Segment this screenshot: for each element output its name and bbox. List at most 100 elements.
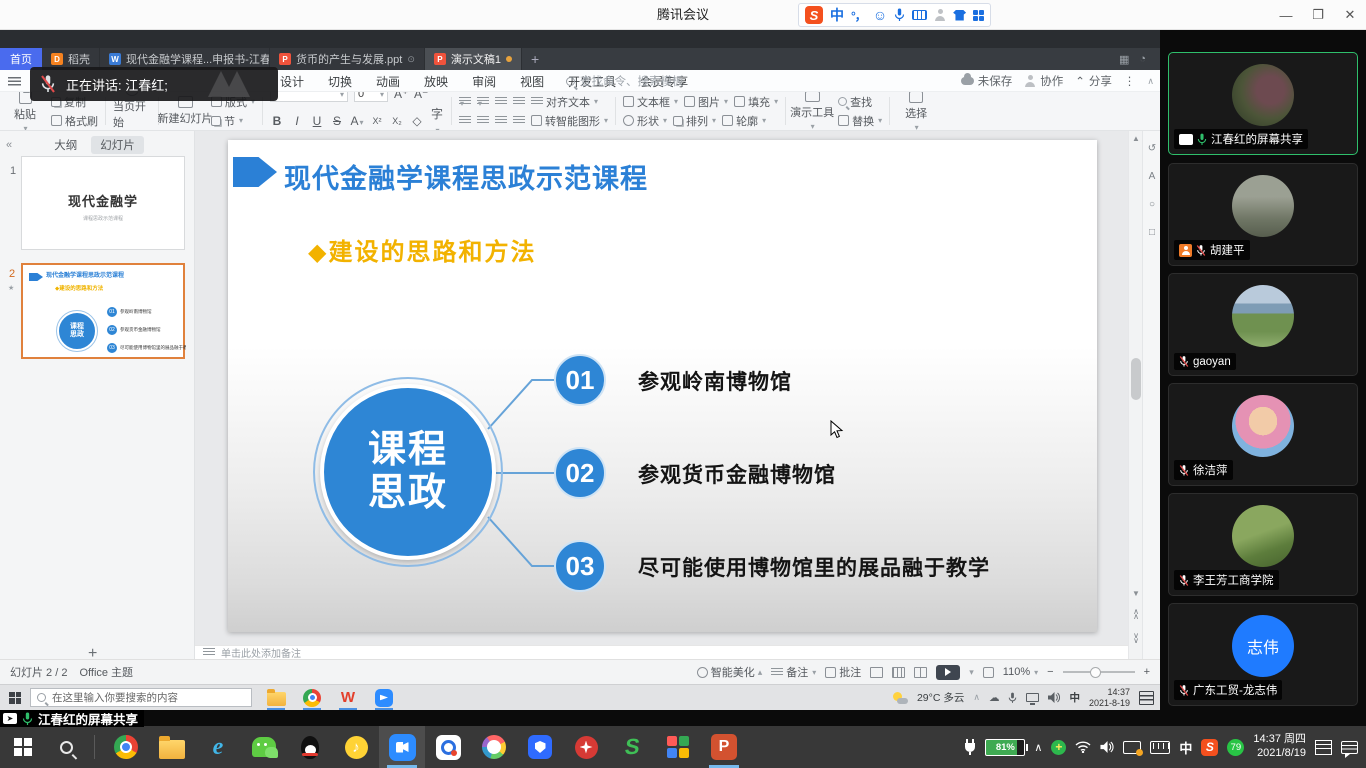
green-plus-tray-icon[interactable]: +: [1051, 740, 1066, 755]
notes-bar[interactable]: 单击此处添加备注: [195, 645, 1128, 659]
qq-icon[interactable]: [287, 726, 333, 768]
restore-button[interactable]: ❐: [1302, 0, 1334, 30]
share-button[interactable]: ⌃分享: [1075, 73, 1112, 89]
collapse-ribbon-icon[interactable]: ∧: [1147, 76, 1154, 87]
fit-slide-icon[interactable]: [983, 667, 994, 678]
chrome-icon[interactable]: [103, 726, 149, 768]
wifi-icon[interactable]: [1075, 741, 1091, 753]
shared-action-center-icon[interactable]: [1139, 691, 1154, 705]
sogou-tray-icon[interactable]: S: [1201, 739, 1218, 756]
format-painter-button[interactable]: 格式刷: [51, 113, 98, 129]
previous-slide-button[interactable]: ∧∧: [1129, 609, 1143, 619]
canvas-scrollbar[interactable]: ▲ ▼ ∧∧ ∨∨: [1128, 131, 1142, 659]
tab-design[interactable]: 设计: [280, 73, 304, 90]
sorter-view-button[interactable]: [892, 667, 905, 678]
clear-format-icon[interactable]: ◇: [410, 114, 424, 128]
ime-keyboard-icon[interactable]: [912, 10, 927, 20]
picture-button[interactable]: 图片: [684, 94, 728, 110]
tabbar-apps-icon[interactable]: ▦: [1119, 53, 1129, 66]
pc-manager-icon[interactable]: [517, 726, 563, 768]
tab-review[interactable]: 审阅: [472, 73, 496, 90]
subscript-button[interactable]: X₂: [390, 116, 404, 126]
tab-pin-icon[interactable]: ⊙: [407, 54, 415, 65]
participant-tile[interactable]: 李王芳工商学院: [1168, 493, 1358, 596]
font-family-select[interactable]: [270, 92, 348, 102]
smart-graphic-button[interactable]: 转智能图形: [531, 113, 608, 129]
slide2-thumbnail-selected[interactable]: 现代金融学课程思政示范课程 ◆建设的思路和方法 课程思政 01参观岭南博物馆 0…: [21, 263, 185, 359]
shared-file-explorer-icon[interactable]: [266, 685, 286, 710]
internet-explorer-icon[interactable]: e: [195, 726, 241, 768]
new-document-tab-button[interactable]: +: [522, 48, 548, 70]
sogou-logo-icon[interactable]: S: [805, 6, 823, 24]
weather-icon[interactable]: [893, 692, 908, 704]
shapes-button[interactable]: 形状: [623, 113, 667, 129]
decrease-font-icon[interactable]: A⁻: [414, 92, 428, 101]
ime-mode-chinese[interactable]: 中: [830, 5, 844, 25]
ime-skin-icon[interactable]: [953, 10, 966, 21]
font-color-button[interactable]: A: [350, 114, 364, 128]
slideshow-play-button[interactable]: [936, 665, 960, 680]
reading-view-button[interactable]: [914, 667, 927, 678]
bullets-button[interactable]: [459, 97, 471, 106]
scrollbar-thumb[interactable]: [1131, 358, 1141, 400]
align-center-icon[interactable]: [477, 116, 489, 125]
participant-tile[interactable]: 胡建平: [1168, 163, 1358, 266]
font-size-select[interactable]: 0: [354, 92, 388, 102]
participant-tile[interactable]: 志伟 广东工贸-龙志伟: [1168, 603, 1358, 706]
zoom-slider-knob[interactable]: [1090, 667, 1101, 678]
tray-mic-icon[interactable]: [1008, 692, 1017, 704]
ime-mic-icon[interactable]: [894, 8, 905, 22]
more-icon[interactable]: ⋮: [1124, 74, 1136, 88]
beautify-button[interactable]: 智能美化▴: [697, 664, 763, 680]
tencent-meeting-icon[interactable]: [379, 726, 425, 768]
red-knot-app-icon[interactable]: [563, 726, 609, 768]
tray-ime-mode[interactable]: 中: [1069, 690, 1080, 705]
italic-button[interactable]: I: [290, 114, 304, 128]
hidden-icons-chevron[interactable]: ∧: [973, 692, 980, 703]
unsaved-status[interactable]: 未保存: [961, 73, 1013, 89]
cast-screen-icon[interactable]: [1123, 741, 1141, 754]
ime-emoji-icon[interactable]: ☺: [873, 8, 887, 22]
participant-tile-sharing[interactable]: ➤ 江春红的屏幕共享: [1168, 52, 1358, 155]
comments-button[interactable]: 批注: [825, 664, 861, 680]
align-left-icon[interactable]: [459, 116, 471, 125]
char-tools-button[interactable]: 字: [430, 105, 444, 131]
qq-music-icon[interactable]: ♪: [333, 726, 379, 768]
underline-button[interactable]: U: [310, 114, 324, 128]
taskbar-search-icon[interactable]: [46, 741, 86, 754]
justify-icon[interactable]: [513, 116, 525, 125]
decrease-indent-icon[interactable]: [495, 97, 507, 106]
collaborate-button[interactable]: 协作: [1024, 73, 1063, 89]
tab-animation[interactable]: 动画: [376, 73, 400, 90]
participant-tile[interactable]: 徐洁萍: [1168, 383, 1358, 486]
slide-canvas[interactable]: 现代金融学课程思政示范课程 ◆建设的思路和方法 课程 思政 01 02 03 参…: [195, 131, 1128, 659]
green-s-app-icon[interactable]: S: [609, 726, 655, 768]
wechat-icon[interactable]: [241, 726, 287, 768]
sidebar-panel-tool-icon[interactable]: □: [1143, 227, 1161, 238]
sidebar-text-tool-icon[interactable]: A: [1143, 171, 1161, 182]
sogou-browser-icon[interactable]: [471, 726, 517, 768]
align-text-button[interactable]: 对齐文本: [531, 94, 598, 110]
hidden-icons-chevron[interactable]: ∧: [1034, 741, 1042, 754]
ribbon-search[interactable]: 查找命令、搜索模板: [566, 70, 684, 92]
battery-indicator[interactable]: 81%: [985, 739, 1025, 756]
outline-button[interactable]: 轮廓: [722, 113, 766, 129]
scroll-up-icon[interactable]: ▲: [1129, 134, 1143, 143]
zoom-out-button[interactable]: −: [1047, 666, 1053, 678]
wemeet-rooms-icon[interactable]: [425, 726, 471, 768]
shared-tencent-meeting-icon[interactable]: [374, 685, 394, 710]
action-center-icon[interactable]: [1341, 741, 1358, 754]
office-suite-icon[interactable]: [655, 726, 701, 768]
section-button[interactable]: 节: [211, 113, 255, 129]
news-tray-icon[interactable]: [1315, 740, 1332, 755]
ime-mode-indicator[interactable]: 中: [1179, 738, 1192, 757]
tray-display-icon[interactable]: [1026, 693, 1039, 702]
scroll-down-icon[interactable]: ▼: [1129, 589, 1143, 598]
file-menu-icon[interactable]: [8, 77, 21, 86]
shared-clock[interactable]: 14:372021-8-19: [1089, 687, 1130, 709]
tray-speaker-icon[interactable]: [1048, 692, 1060, 703]
ime-account-icon[interactable]: [934, 9, 946, 21]
start-button[interactable]: [0, 738, 46, 756]
shared-wps-icon[interactable]: W: [338, 685, 358, 710]
sidebar-tool-icon[interactable]: ↺: [1143, 143, 1161, 154]
